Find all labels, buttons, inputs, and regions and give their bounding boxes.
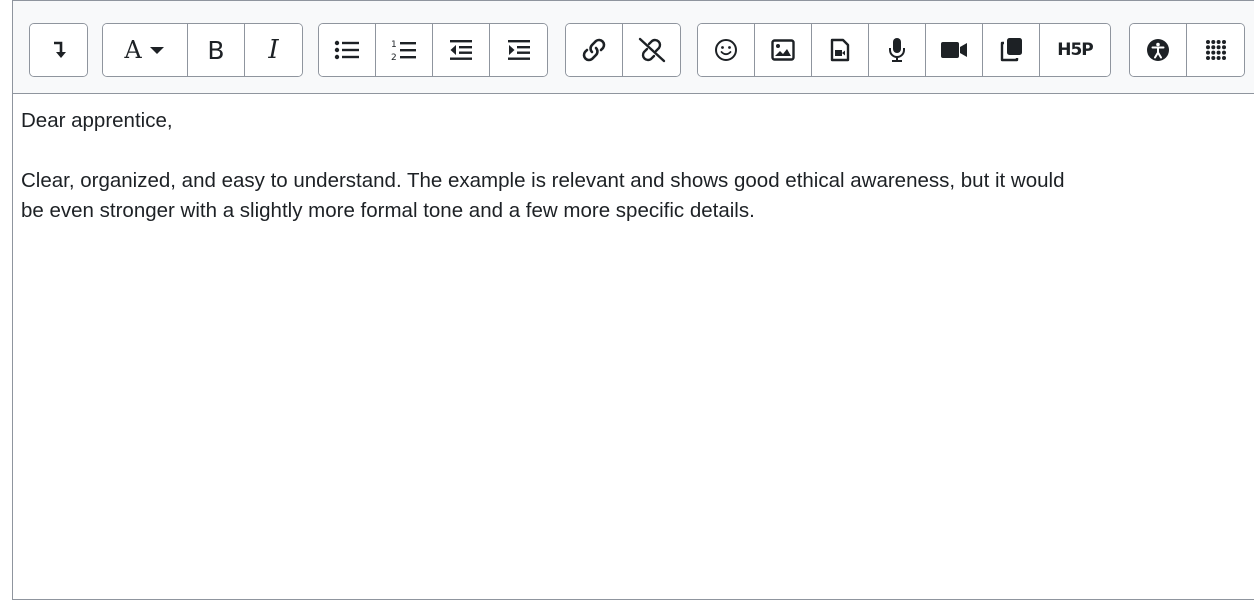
italic-icon: I	[268, 35, 279, 65]
greeting-paragraph: Dear apprentice,	[21, 109, 173, 132]
italic-button[interactable]: I	[245, 24, 302, 76]
media-file-icon	[830, 38, 850, 62]
emoji-icon	[715, 39, 737, 61]
accessibility-checker-button[interactable]	[1130, 24, 1187, 76]
toolbar-group-tools	[1129, 23, 1245, 77]
link-icon	[582, 38, 606, 62]
more-apps-icon	[1205, 40, 1226, 60]
link-button[interactable]	[566, 24, 623, 76]
microphone-icon	[889, 38, 905, 62]
indent-button[interactable]	[490, 24, 547, 76]
chevron-down-icon	[149, 47, 164, 54]
feedback-line-1: Clear, organized, and easy to understand…	[21, 169, 1065, 192]
unordered-list-icon	[334, 40, 359, 60]
more-apps-button[interactable]	[1187, 24, 1244, 76]
font-color-icon: A	[124, 36, 142, 64]
h5p-button[interactable]: H5P	[1040, 24, 1110, 76]
bold-icon: B	[207, 35, 225, 65]
font-color-button[interactable]: A	[103, 24, 188, 76]
video-camera-icon	[941, 42, 967, 58]
bold-button[interactable]: B	[188, 24, 245, 76]
toolbar-group-links	[565, 23, 681, 77]
copy-button[interactable]	[983, 24, 1040, 76]
svg-text:1: 1	[391, 40, 397, 50]
ordered-list-button[interactable]: 1 2	[376, 24, 433, 76]
collapse-toolbar-button[interactable]	[30, 24, 87, 76]
image-button[interactable]	[755, 24, 812, 76]
text-editor: A B I 1 2 H5P Dear apprentice, Clear, or…	[12, 0, 1254, 600]
h5p-icon: H5P	[1057, 40, 1094, 60]
toolbar-group-media: H5P	[697, 23, 1111, 77]
emoji-button[interactable]	[698, 24, 755, 76]
outdent-icon	[450, 40, 472, 60]
accessibility-icon	[1147, 39, 1169, 61]
record-audio-button[interactable]	[869, 24, 926, 76]
copy-icon	[1000, 38, 1022, 62]
editor-toolbar: A B I 1 2 H5P	[13, 1, 1254, 94]
image-icon	[771, 39, 795, 61]
toolbar-group-collapse	[29, 23, 88, 77]
svg-text:2: 2	[391, 53, 397, 62]
toolbar-group-formatting: A B I	[102, 23, 303, 77]
unordered-list-button[interactable]	[319, 24, 376, 76]
collapse-icon	[53, 41, 66, 58]
indent-icon	[507, 40, 530, 60]
unlink-icon	[638, 37, 665, 63]
unlink-button[interactable]	[623, 24, 680, 76]
media-button[interactable]	[812, 24, 869, 76]
outdent-button[interactable]	[433, 24, 490, 76]
record-video-button[interactable]	[926, 24, 983, 76]
ordered-list-icon: 1 2	[391, 40, 416, 62]
toolbar-group-lists: 1 2	[318, 23, 548, 77]
editor-content[interactable]: Dear apprentice, Clear, organized, and e…	[21, 93, 1254, 599]
feedback-line-2: be even stronger with a slightly more fo…	[21, 199, 755, 222]
